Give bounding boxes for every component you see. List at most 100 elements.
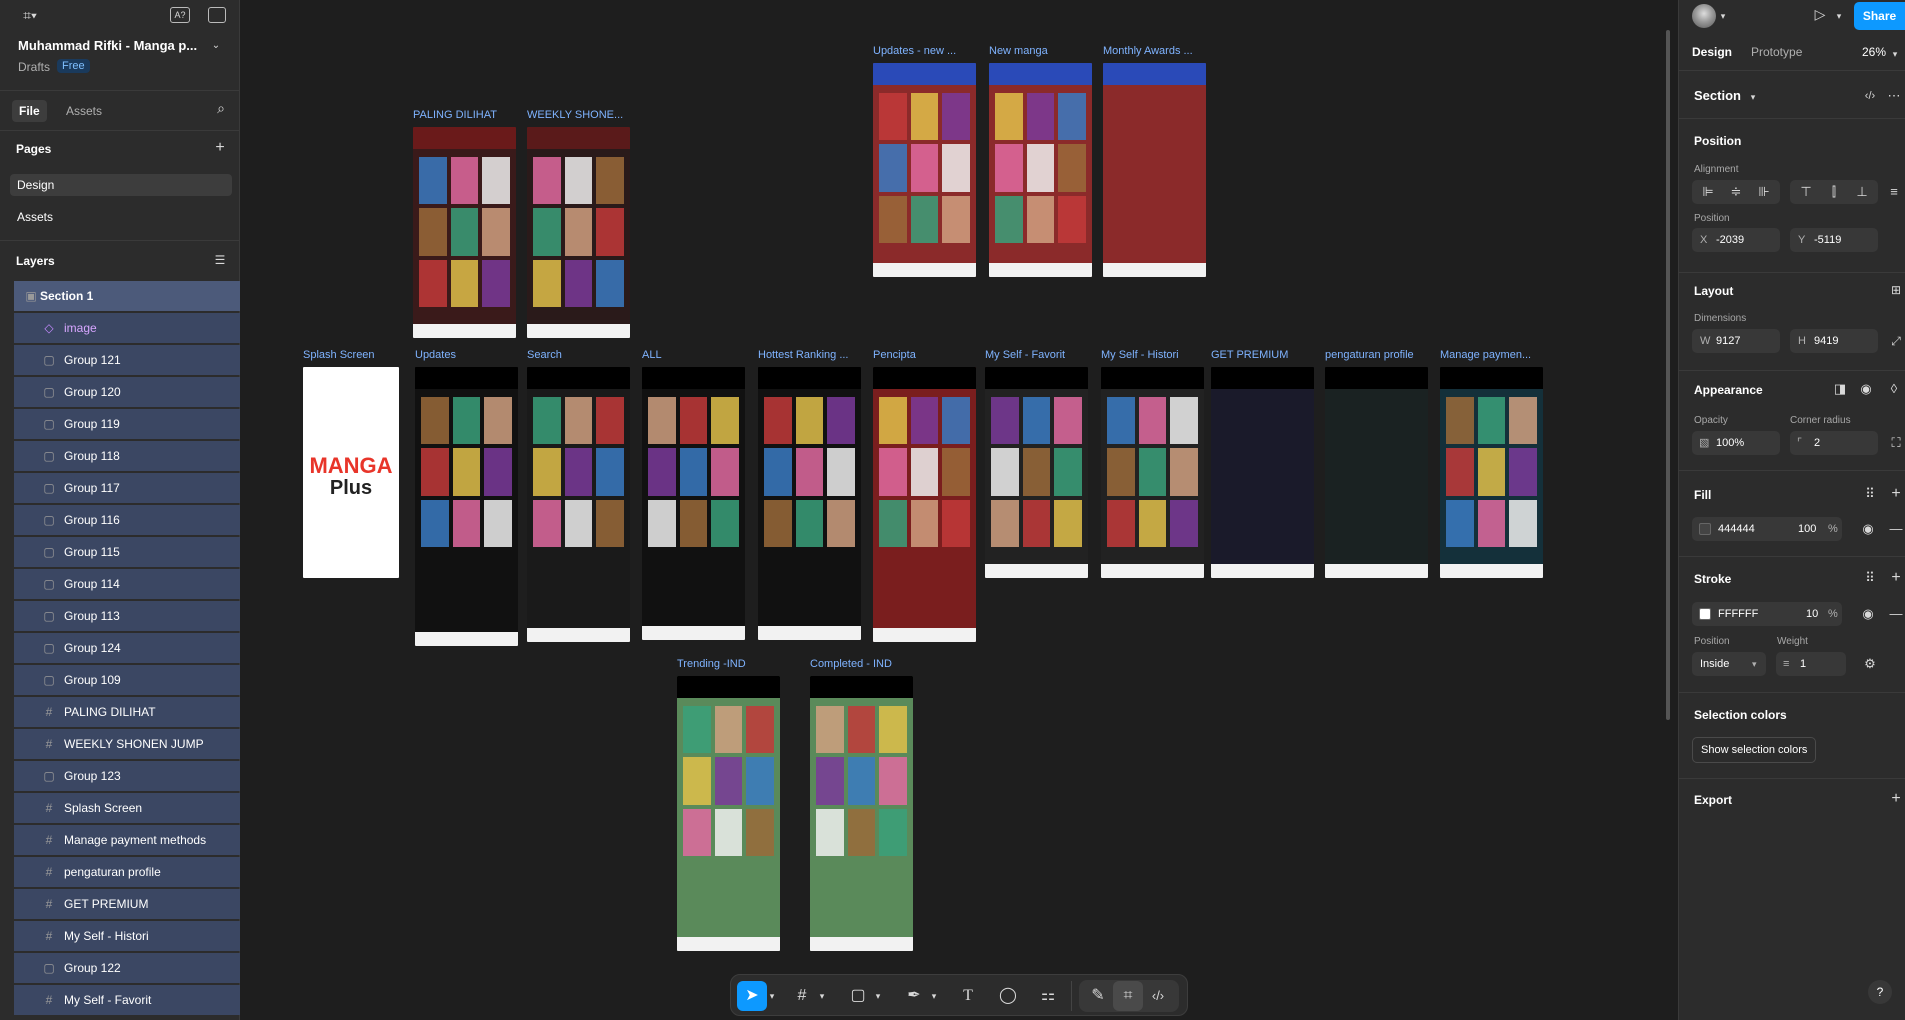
- layer-item[interactable]: ▢ Group 121: [14, 345, 240, 375]
- align-center-horizontal-icon[interactable]: ≑: [1725, 184, 1747, 200]
- layer-item[interactable]: ▢ Group 122: [14, 953, 240, 983]
- width-field[interactable]: W 9127: [1692, 329, 1780, 353]
- move-tool-icon[interactable]: ➤: [737, 981, 767, 1011]
- style-icon[interactable]: ◨: [1832, 381, 1848, 397]
- screen-frame[interactable]: MANGA Plus: [303, 367, 399, 578]
- layer-item[interactable]: # PALING DILIHAT: [14, 697, 240, 727]
- add-page-icon[interactable]: +: [212, 140, 228, 156]
- canvas-scrollbar[interactable]: [1666, 30, 1670, 720]
- text-tool-icon[interactable]: T: [953, 981, 983, 1011]
- screen-frame[interactable]: [873, 63, 976, 277]
- styles-grid-icon[interactable]: ⠿: [1862, 486, 1878, 502]
- chevron-down-icon[interactable]: ▾: [1748, 89, 1758, 105]
- frame-label[interactable]: Trending -IND: [677, 658, 746, 670]
- frame-label[interactable]: GET PREMIUM: [1211, 349, 1288, 361]
- frame-tool-icon[interactable]: #: [787, 981, 817, 1011]
- frame-label[interactable]: Splash Screen: [303, 349, 375, 361]
- draw-mode-icon[interactable]: ✎: [1083, 981, 1113, 1011]
- frame-label[interactable]: Manage paymen...: [1440, 349, 1531, 361]
- add-stroke-icon[interactable]: +: [1888, 570, 1904, 586]
- corner-radius-field[interactable]: ⌜ 2: [1790, 431, 1878, 455]
- pen-tool-icon[interactable]: ✒: [899, 981, 929, 1011]
- rectangle-tool-icon[interactable]: ▢: [843, 981, 873, 1011]
- avatar[interactable]: [1692, 4, 1716, 28]
- design-mode-icon[interactable]: ⌗: [1113, 981, 1143, 1011]
- chevron-down-icon[interactable]: ▾: [765, 981, 779, 1011]
- y-field[interactable]: Y -5119: [1790, 228, 1878, 252]
- screen-frame[interactable]: [413, 127, 516, 338]
- present-icon[interactable]: ▷: [1812, 6, 1828, 22]
- layer-item[interactable]: # GET PREMIUM: [14, 889, 240, 919]
- screen-frame[interactable]: [758, 367, 861, 640]
- screen-frame[interactable]: [873, 367, 976, 642]
- layer-item[interactable]: # My Self - Favorit: [14, 985, 240, 1015]
- layer-item[interactable]: ▢ Group 113: [14, 601, 240, 631]
- screen-frame[interactable]: [1103, 63, 1206, 277]
- chevron-down-icon[interactable]: ▾: [1834, 8, 1844, 24]
- help-button[interactable]: ?: [1868, 980, 1892, 1004]
- layer-item[interactable]: # Manage payment methods: [14, 825, 240, 855]
- remove-fill-icon[interactable]: —: [1888, 521, 1904, 537]
- frame-label[interactable]: Search: [527, 349, 562, 361]
- layer-item[interactable]: # My Self - Histori: [14, 921, 240, 951]
- add-export-icon[interactable]: +: [1888, 791, 1904, 807]
- zoom-level[interactable]: 26%: [1862, 45, 1886, 59]
- frame-label[interactable]: Updates - new ...: [873, 45, 956, 57]
- stroke-weight-field[interactable]: ≡ 1: [1776, 652, 1846, 676]
- layer-item[interactable]: ▢ Group 119: [14, 409, 240, 439]
- chevron-down-icon[interactable]: ▾: [1718, 8, 1728, 24]
- file-location[interactable]: Drafts: [18, 60, 50, 74]
- opacity-field[interactable]: ▧ 100%: [1692, 431, 1780, 455]
- frame-label[interactable]: Pencipta: [873, 349, 916, 361]
- layer-item[interactable]: ▢ Group 115: [14, 537, 240, 567]
- screen-frame[interactable]: [1440, 367, 1543, 578]
- frame-label[interactable]: My Self - Histori: [1101, 349, 1179, 361]
- align-right-icon[interactable]: ⊪: [1753, 184, 1775, 200]
- frame-label[interactable]: Completed - IND: [810, 658, 892, 670]
- share-button[interactable]: Share: [1854, 2, 1905, 30]
- eye-icon[interactable]: ◉: [1858, 381, 1874, 397]
- layer-item[interactable]: ▢ Group 114: [14, 569, 240, 599]
- distribute-icon[interactable]: ≡: [1886, 184, 1902, 200]
- drop-icon[interactable]: ◊: [1886, 381, 1902, 397]
- layer-item[interactable]: ◇ image: [14, 313, 240, 343]
- align-middle-icon[interactable]: ⫿: [1823, 184, 1845, 200]
- align-left-icon[interactable]: ⊫: [1697, 184, 1719, 200]
- resize-icon[interactable]: ⤢: [1888, 333, 1904, 349]
- screen-frame[interactable]: [810, 676, 913, 951]
- ai-assistant-icon[interactable]: A?: [170, 7, 190, 23]
- layer-item[interactable]: ▢ Group 109: [14, 665, 240, 695]
- layer-item[interactable]: # WEEKLY SHONEN JUMP: [14, 729, 240, 759]
- fill-field[interactable]: 444444 100 %: [1692, 517, 1842, 541]
- add-fill-icon[interactable]: +: [1888, 486, 1904, 502]
- page-item-assets[interactable]: Assets: [17, 210, 53, 224]
- screen-frame[interactable]: [677, 676, 780, 951]
- frame-label[interactable]: WEEKLY SHONE...: [527, 109, 623, 121]
- x-field[interactable]: X -2039: [1692, 228, 1780, 252]
- screen-frame[interactable]: [1211, 367, 1314, 578]
- frame-label[interactable]: PALING DILIHAT: [413, 109, 497, 121]
- sidebar-toggle-icon[interactable]: [208, 7, 226, 23]
- frame-label[interactable]: Hottest Ranking ...: [758, 349, 849, 361]
- frame-label[interactable]: pengaturan profile: [1325, 349, 1414, 361]
- frame-label[interactable]: My Self - Favorit: [985, 349, 1065, 361]
- tab-design[interactable]: Design: [1692, 45, 1732, 59]
- stroke-swatch[interactable]: [1699, 608, 1711, 620]
- remove-stroke-icon[interactable]: —: [1888, 606, 1904, 622]
- stroke-field[interactable]: FFFFFF 10 %: [1692, 602, 1842, 626]
- fill-swatch[interactable]: [1699, 523, 1711, 535]
- tab-prototype[interactable]: Prototype: [1751, 45, 1802, 59]
- show-selection-colors-button[interactable]: Show selection colors: [1692, 737, 1817, 763]
- screen-frame[interactable]: [1325, 367, 1428, 578]
- search-icon[interactable]: ⌕: [212, 100, 230, 118]
- styles-grid-icon[interactable]: ⠿: [1862, 570, 1878, 586]
- screen-frame[interactable]: [989, 63, 1092, 277]
- actions-icon[interactable]: ⚏: [1033, 981, 1063, 1011]
- layer-item[interactable]: ▢ Group 123: [14, 761, 240, 791]
- code-icon[interactable]: ‹/›: [1862, 88, 1878, 104]
- screen-frame[interactable]: [642, 367, 745, 640]
- chevron-down-icon[interactable]: ▾: [815, 981, 829, 1011]
- stroke-position-select[interactable]: Inside ▾: [1692, 652, 1766, 676]
- more-icon[interactable]: ⋯: [1886, 88, 1902, 104]
- align-top-icon[interactable]: ⊤: [1795, 184, 1817, 200]
